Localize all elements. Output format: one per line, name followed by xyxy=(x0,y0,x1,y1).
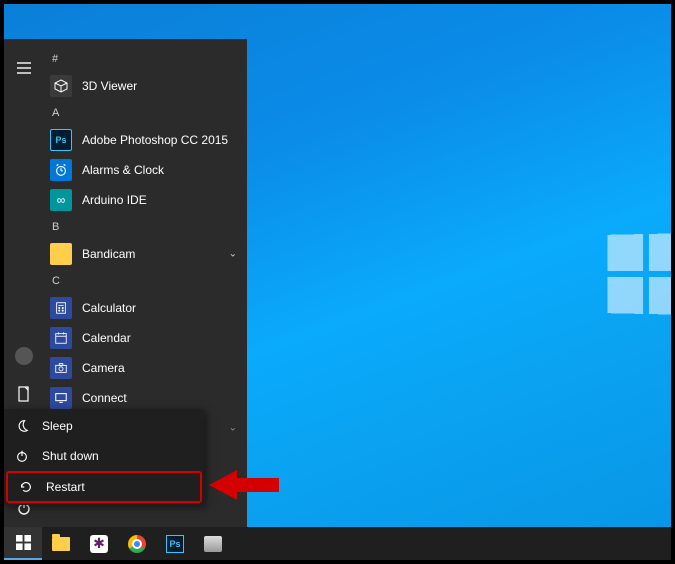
folder-icon xyxy=(52,537,70,551)
app-arduino[interactable]: ∞ Arduino IDE xyxy=(44,185,247,215)
app-alarms[interactable]: Alarms & Clock xyxy=(44,155,247,185)
photoshop-icon: Ps xyxy=(166,535,184,553)
cube-icon xyxy=(50,75,72,97)
connect-icon xyxy=(50,387,72,409)
app-label: Calendar xyxy=(82,331,131,345)
arduino-icon: ∞ xyxy=(50,189,72,211)
user-account-button[interactable] xyxy=(4,337,44,375)
camera-icon xyxy=(50,357,72,379)
windows-logo-wallpaper xyxy=(608,233,671,315)
desktop[interactable]: # 3D Viewer A Ps Adobe Photoshop CC 2015 xyxy=(4,4,671,560)
app-label: Adobe Photoshop CC 2015 xyxy=(82,133,228,147)
app-icon xyxy=(204,536,222,552)
app-label: Connect xyxy=(82,391,127,405)
restart-icon xyxy=(18,479,34,495)
app-calculator[interactable]: Calculator xyxy=(44,293,247,323)
app-label: 3D Viewer xyxy=(82,79,137,93)
taskbar-file-explorer[interactable] xyxy=(42,527,80,560)
app-label: Bandicam xyxy=(82,247,135,261)
chrome-icon xyxy=(128,535,146,553)
start-button[interactable] xyxy=(4,527,42,560)
taskbar-photoshop[interactable]: Ps xyxy=(156,527,194,560)
app-photoshop[interactable]: Ps Adobe Photoshop CC 2015 xyxy=(44,125,247,155)
power-menu: Sleep Shut down Restart xyxy=(4,409,204,505)
calendar-icon xyxy=(50,327,72,349)
chevron-down-icon: ⌄ xyxy=(229,249,237,260)
avatar-icon xyxy=(15,347,33,365)
app-label: Arduino IDE xyxy=(82,193,147,207)
photoshop-icon: Ps xyxy=(50,129,72,151)
chevron-down-icon: ⌄ xyxy=(229,423,237,434)
app-3d-viewer[interactable]: 3D Viewer xyxy=(44,71,247,101)
sleep-icon xyxy=(14,418,30,434)
app-calendar[interactable]: Calendar xyxy=(44,323,247,353)
documents-button[interactable] xyxy=(4,375,44,413)
power-icon xyxy=(14,448,30,464)
power-label: Sleep xyxy=(42,419,73,433)
app-label: Calculator xyxy=(82,301,136,315)
power-label: Restart xyxy=(46,480,85,494)
group-header-b[interactable]: B xyxy=(44,215,247,239)
power-restart[interactable]: Restart xyxy=(6,471,202,503)
group-header-a[interactable]: A xyxy=(44,101,247,125)
calculator-icon xyxy=(50,297,72,319)
taskbar-app[interactable] xyxy=(194,527,232,560)
taskbar-slack[interactable] xyxy=(80,527,118,560)
app-label: Alarms & Clock xyxy=(82,163,164,177)
slack-icon xyxy=(90,535,108,553)
windows-icon xyxy=(16,535,31,550)
group-header-hash[interactable]: # xyxy=(44,47,247,71)
folder-icon xyxy=(50,243,72,265)
power-label: Shut down xyxy=(42,449,99,463)
app-bandicam[interactable]: Bandicam ⌄ xyxy=(44,239,247,269)
screen-frame: # 3D Viewer A Ps Adobe Photoshop CC 2015 xyxy=(0,0,675,564)
app-camera[interactable]: Camera xyxy=(44,353,247,383)
hamburger-button[interactable] xyxy=(4,49,44,87)
taskbar: Ps xyxy=(4,527,671,560)
app-label: Camera xyxy=(82,361,125,375)
group-header-c[interactable]: C xyxy=(44,269,247,293)
alarm-icon xyxy=(50,159,72,181)
taskbar-chrome[interactable] xyxy=(118,527,156,560)
power-sleep[interactable]: Sleep xyxy=(4,411,204,441)
power-shutdown[interactable]: Shut down xyxy=(4,441,204,471)
